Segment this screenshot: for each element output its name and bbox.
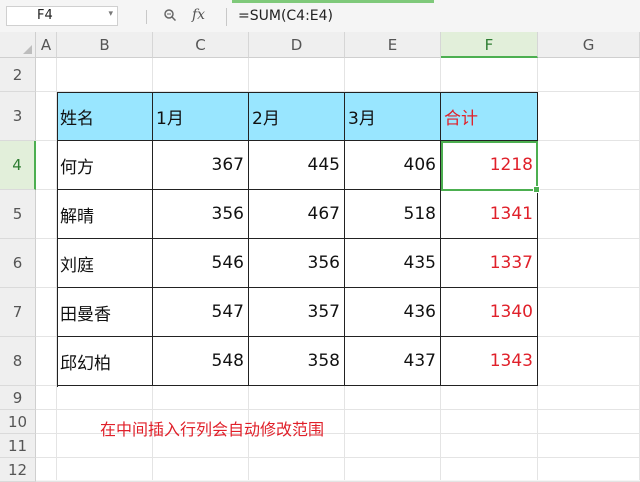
- row-header-4[interactable]: 4: [0, 141, 36, 190]
- divider: [146, 10, 147, 24]
- total-cell[interactable]: 1340: [441, 288, 538, 337]
- table-cell[interactable]: 何方: [57, 141, 153, 190]
- formula-input[interactable]: =SUM(C4:E4): [238, 8, 333, 24]
- table-cell[interactable]: 358: [249, 337, 345, 386]
- row-header-2[interactable]: 2: [0, 58, 36, 92]
- total-cell[interactable]: 1341: [441, 190, 538, 239]
- annotation-note: 在中间插入行列会自动修改范围: [100, 420, 325, 439]
- table-cell[interactable]: 刘庭: [57, 239, 153, 288]
- table-header-cell[interactable]: 合计: [441, 92, 538, 141]
- row-header-5[interactable]: 5: [0, 190, 36, 239]
- chevron-down-icon[interactable]: ▾: [108, 9, 113, 19]
- column-header-e[interactable]: E: [345, 32, 441, 58]
- column-header-g[interactable]: G: [538, 32, 640, 58]
- total-cell[interactable]: 1343: [441, 337, 538, 386]
- gridline: [36, 457, 640, 458]
- formula-bar-accent: [232, 0, 434, 3]
- table-border-top: [57, 92, 538, 93]
- function-icon[interactable]: fx: [192, 7, 205, 23]
- select-all-button[interactable]: [0, 32, 36, 58]
- table-border-left: [57, 92, 58, 387]
- table-cell[interactable]: 邱幻柏: [57, 337, 153, 386]
- table-cell[interactable]: 357: [249, 288, 345, 337]
- table-header-cell[interactable]: 2月: [249, 92, 345, 141]
- row-header-3[interactable]: 3: [0, 92, 36, 141]
- name-box-value: F4: [37, 8, 53, 23]
- table-header-cell[interactable]: 3月: [345, 92, 441, 141]
- column-header-d[interactable]: D: [249, 32, 345, 58]
- table-cell[interactable]: 518: [345, 190, 441, 239]
- table-cell[interactable]: 406: [345, 141, 441, 190]
- table-cell[interactable]: 解晴: [57, 190, 153, 239]
- table-cell[interactable]: 467: [249, 190, 345, 239]
- formula-bar: F4 ▾ fx =SUM(C4:E4): [0, 0, 640, 33]
- table-header-cell[interactable]: 1月: [153, 92, 249, 141]
- table-cell[interactable]: 437: [345, 337, 441, 386]
- column-header-c[interactable]: C: [153, 32, 249, 58]
- column-header-f[interactable]: F: [441, 32, 538, 58]
- table-cell[interactable]: 367: [153, 141, 249, 190]
- gridline: [36, 409, 640, 410]
- table-cell[interactable]: 546: [153, 239, 249, 288]
- table-cell[interactable]: 田曼香: [57, 288, 153, 337]
- table-header-cell[interactable]: 姓名: [57, 92, 153, 141]
- active-cell-selection[interactable]: [441, 141, 540, 193]
- table-cell[interactable]: 548: [153, 337, 249, 386]
- name-box[interactable]: F4 ▾: [6, 6, 118, 26]
- column-header-a[interactable]: A: [36, 32, 57, 58]
- table-cell[interactable]: 547: [153, 288, 249, 337]
- row-header-6[interactable]: 6: [0, 239, 36, 288]
- column-header-b[interactable]: B: [57, 32, 153, 58]
- table-cell[interactable]: 436: [345, 288, 441, 337]
- row-header-8[interactable]: 8: [0, 337, 36, 386]
- table-cell[interactable]: 356: [153, 190, 249, 239]
- row-header-10[interactable]: 10: [0, 410, 36, 434]
- table-cell[interactable]: 435: [345, 239, 441, 288]
- total-cell[interactable]: 1337: [441, 239, 538, 288]
- zoom-icon[interactable]: [164, 9, 176, 21]
- table-cell[interactable]: 445: [249, 141, 345, 190]
- row-header-12[interactable]: 12: [0, 458, 36, 482]
- row-header-11[interactable]: 11: [0, 434, 36, 458]
- row-header-9[interactable]: 9: [0, 386, 36, 410]
- divider: [226, 8, 227, 26]
- row-header-7[interactable]: 7: [0, 288, 36, 337]
- table-cell[interactable]: 356: [249, 239, 345, 288]
